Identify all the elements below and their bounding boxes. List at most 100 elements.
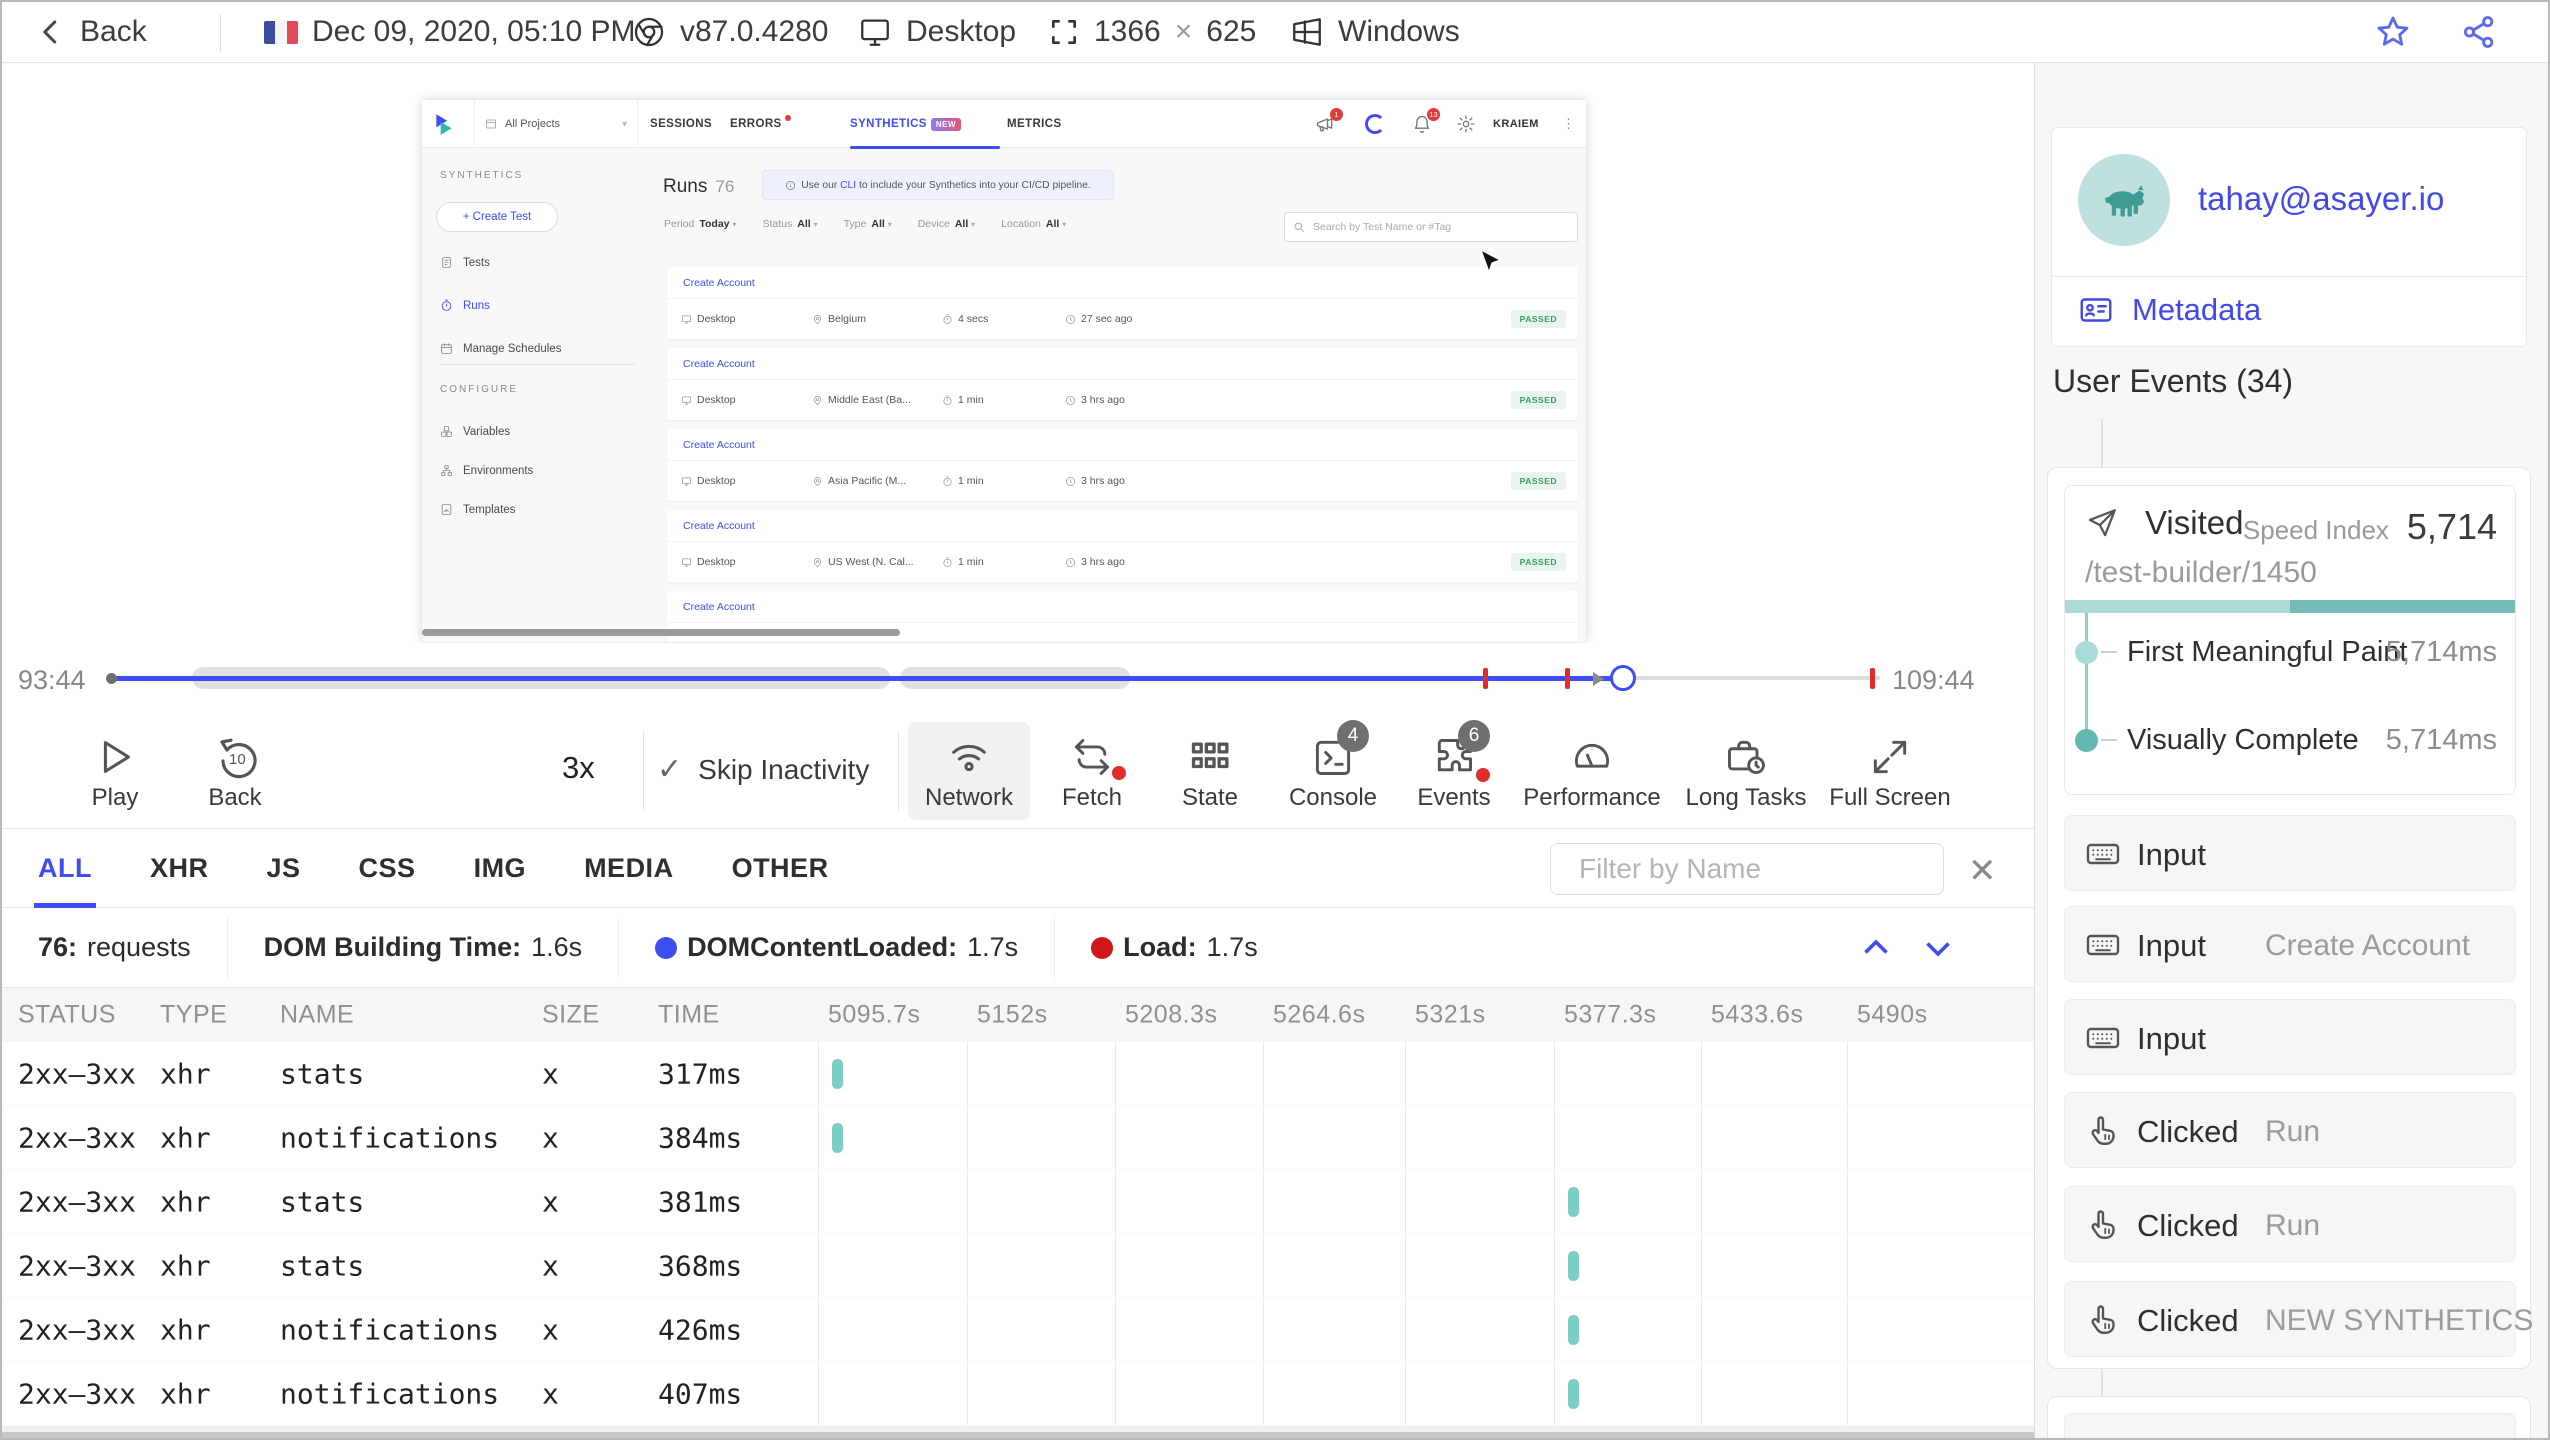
navigation-icon — [2088, 509, 2116, 537]
divider — [643, 732, 644, 810]
event-card-click[interactable]: Clicked Run — [2064, 1092, 2516, 1168]
tab-all[interactable]: ALL — [34, 829, 96, 908]
timeline-progress — [110, 676, 1623, 681]
playhead[interactable] — [1610, 665, 1636, 691]
event-card-input[interactable]: Input — [2064, 999, 2516, 1075]
table-row[interactable]: 2xx–3xx xhr stats x 368ms — [2, 1234, 2034, 1298]
project-selector: All Projects ▾ — [474, 100, 638, 148]
page-visit-group-card: Visited Speed Index 5,714 /test-builder/… — [2047, 467, 2533, 1369]
control-bar: Play 10 Back 3x ✓ Skip Inactivity Networ… — [2, 714, 2034, 828]
run-card: Create Account Desktop US West (N. Cal..… — [667, 510, 1578, 582]
share-button[interactable] — [2460, 2, 2498, 62]
metric-row: Visually Complete 5,714ms — [2065, 722, 2515, 758]
panel-button-long-tasks[interactable]: Long Tasks — [1666, 722, 1826, 820]
tab-xhr[interactable]: XHR — [150, 829, 209, 907]
divider — [220, 14, 221, 52]
event-marker-red[interactable] — [1870, 668, 1875, 689]
visited-url: /test-builder/1450 — [2085, 556, 2317, 589]
panel-button-full-screen[interactable]: Full Screen — [1810, 722, 1970, 820]
visited-card[interactable]: Visited Speed Index 5,714 /test-builder/… — [2064, 485, 2516, 795]
events-red-dot — [1476, 768, 1490, 782]
panel-button-network[interactable]: Network — [908, 722, 1030, 820]
favorite-star-button[interactable] — [2374, 2, 2412, 62]
table-row[interactable]: 2xx–3xx xhr stats x 381ms — [2, 1170, 2034, 1234]
panel-button-state[interactable]: State — [1152, 722, 1268, 820]
tab-synthetics: SYNTHETICS NEW — [850, 100, 962, 148]
back-10s-button[interactable]: 10 Back — [180, 722, 290, 820]
check-icon: ✓ — [657, 753, 683, 786]
errors-red-dot — [784, 115, 791, 121]
waterfall-bar — [832, 1059, 843, 1089]
panel-button-fetch[interactable]: Fetch — [1034, 722, 1150, 820]
crop-icon — [1048, 16, 1080, 48]
monitor-icon — [858, 15, 892, 49]
run-name-link: Create Account — [667, 429, 1578, 461]
speed-index-label: Speed Index — [2242, 515, 2389, 545]
panel-button-console[interactable]: 4 Console — [1275, 720, 1391, 820]
event-card-click[interactable]: Clicked NEW SYNTHETICS — [2064, 1281, 2533, 1357]
skip-inactivity-toggle[interactable]: ✓ Skip Inactivity — [657, 752, 869, 787]
user-avatar — [2078, 154, 2170, 246]
session-info-sidebar: tahay@asayer.io Metadata User Events (34… — [2034, 63, 2548, 1438]
user-menu: KRAIEM — [1493, 118, 1539, 130]
cli-banner: Use our CLI to include your Synthetics i… — [762, 170, 1114, 200]
cli-link: CLI — [840, 179, 857, 191]
tab-other[interactable]: OTHER — [732, 829, 829, 907]
event-card-input[interactable]: Input — [2064, 815, 2516, 891]
tab-js[interactable]: JS — [267, 829, 301, 907]
sidebar-item-environments: Environments — [440, 464, 533, 477]
dom-content-loaded: DOMContentLoaded: 1.7s — [618, 917, 1054, 978]
play-button[interactable]: Play — [60, 722, 170, 820]
device-type: Desktop — [858, 2, 1016, 62]
wifi-icon — [908, 722, 1030, 784]
chrome-icon — [632, 15, 666, 49]
table-row[interactable]: 2xx–3xx xhr stats x 317ms — [2, 1042, 2034, 1106]
tab-media[interactable]: MEDIA — [584, 829, 674, 907]
next-visit-card-partial — [2047, 1396, 2531, 1438]
event-marker-red[interactable] — [1483, 668, 1488, 689]
speed-toggle[interactable]: 3x — [562, 750, 595, 786]
event-marker-red[interactable] — [1565, 668, 1570, 689]
replay-app-body: SYNTHETICS + Create Test Tests Runs Mana… — [422, 148, 1586, 642]
new-badge: NEW — [930, 117, 962, 131]
puzzle-icon — [1396, 722, 1512, 784]
event-card-click[interactable]: Clicked Run — [2064, 1186, 2516, 1262]
horizontal-scrollbar[interactable] — [2, 1426, 2034, 1438]
run-card: Create Account Desktop Belgium 4 secs 27… — [667, 267, 1578, 339]
table-row[interactable]: 2xx–3xx xhr notifications x 426ms — [2, 1298, 2034, 1362]
waterfall-bar — [1568, 1315, 1579, 1345]
sidebar-item-runs: Runs — [440, 299, 490, 312]
pointer-icon — [2085, 1302, 2121, 1338]
replay-app-sidebar: SYNTHETICS + Create Test Tests Runs Mana… — [422, 148, 657, 642]
metric-row: First Meaningful Paint 5,714ms — [2065, 634, 2515, 670]
windows-icon — [1290, 15, 1324, 49]
table-row[interactable]: 2xx–3xx xhr notifications x 384ms — [2, 1106, 2034, 1170]
os-name: Windows — [1290, 2, 1460, 62]
sidebar-section-configure: CONFIGURE — [440, 384, 518, 395]
filter-location: Location All ▾ — [1001, 218, 1067, 230]
jump-up-button[interactable] — [1858, 930, 1894, 966]
player-controls-section: 93:44 109:44 Play 10 Back 3x ✓ Skip Inac… — [2, 643, 2034, 828]
gear-icon — [1456, 100, 1476, 148]
status-badge: PASSED — [1510, 391, 1566, 409]
metadata-button[interactable]: Metadata — [2078, 292, 2261, 328]
panel-button-events[interactable]: 6 Events — [1396, 720, 1512, 820]
session-replay-page: Back Dec 09, 2020, 05:10 PM v87.0.4280 D… — [0, 0, 2550, 1440]
panel-button-performance[interactable]: Performance — [1512, 722, 1672, 820]
tab-css[interactable]: CSS — [359, 829, 416, 907]
event-card-input[interactable]: Input Create Account — [2064, 906, 2516, 982]
timeline-track[interactable] — [106, 643, 1880, 714]
player-top-bar: Back Dec 09, 2020, 05:10 PM v87.0.4280 D… — [2, 2, 2548, 63]
filter-by-name-input[interactable] — [1577, 852, 1942, 886]
close-panel-button[interactable]: ✕ — [1968, 851, 1997, 891]
table-row[interactable]: 2xx–3xx xhr notifications x 407ms — [2, 1362, 2034, 1426]
waterfall-bar — [1568, 1379, 1579, 1409]
sidebar-item-tests: Tests — [440, 256, 490, 269]
tab-img[interactable]: IMG — [474, 829, 527, 907]
filter-type: Type All ▾ — [843, 218, 892, 230]
jump-down-button[interactable] — [1920, 930, 1956, 966]
browser-version: v87.0.4280 — [632, 2, 828, 62]
back-button[interactable]: Back — [36, 2, 147, 62]
divider — [898, 732, 899, 810]
paint-progress-bar — [2065, 600, 2515, 613]
